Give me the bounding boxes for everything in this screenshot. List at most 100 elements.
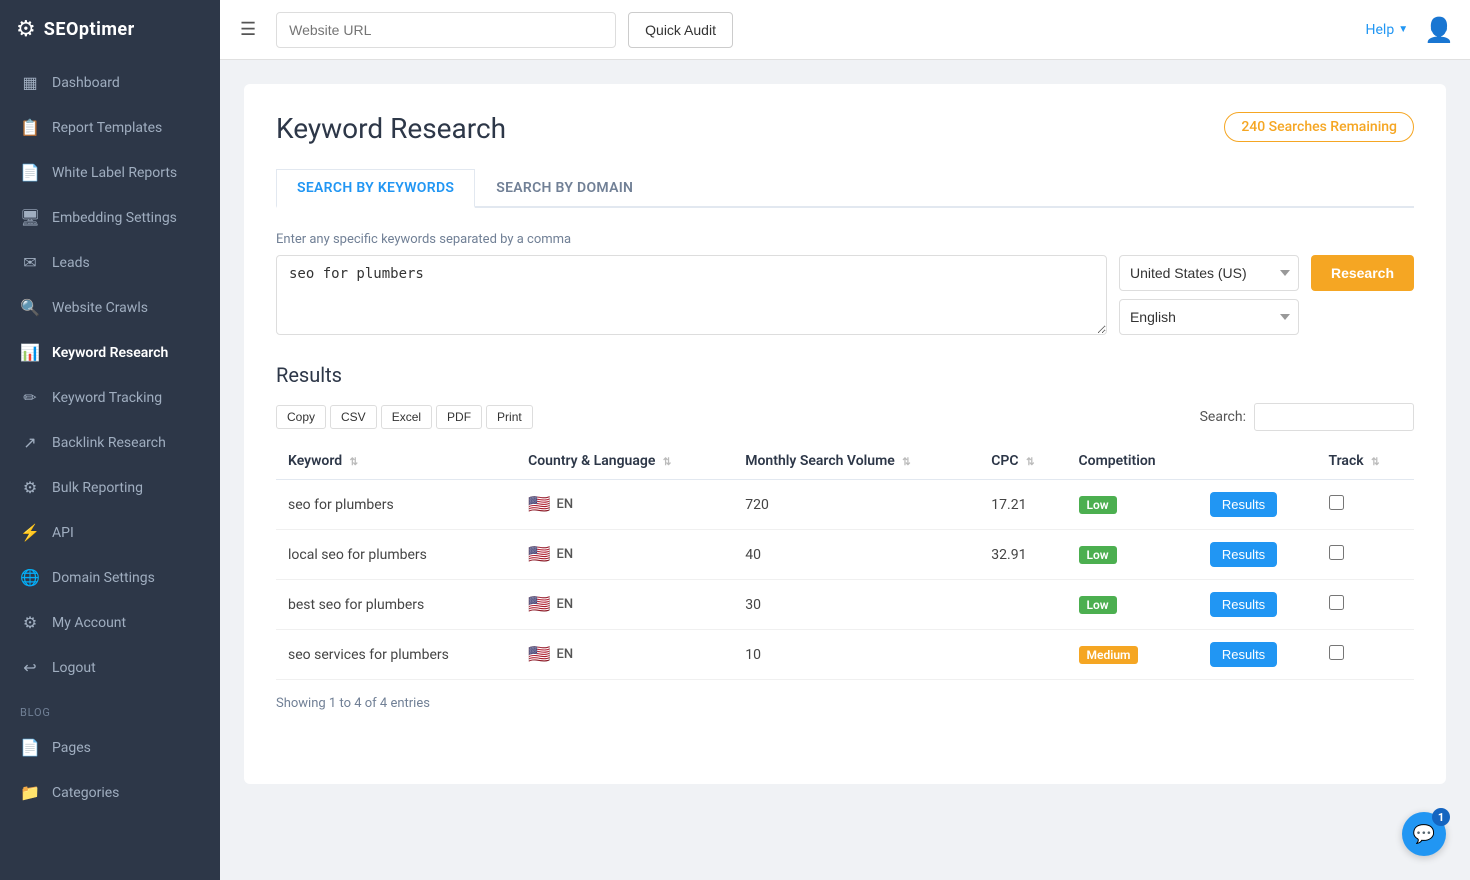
- cell-competition: Medium: [1067, 630, 1198, 680]
- col-track: Track ⇅: [1317, 443, 1415, 480]
- search-hint: Enter any specific keywords separated by…: [276, 232, 1414, 247]
- api-icon: ⚡: [20, 523, 40, 542]
- help-arrow-icon: ▼: [1398, 24, 1408, 35]
- cell-msv: 40: [733, 530, 979, 580]
- quick-audit-button[interactable]: Quick Audit: [628, 12, 733, 48]
- sidebar-item-label: Website Crawls: [52, 300, 148, 316]
- search-form: seo for plumbers United States (US) Unit…: [276, 255, 1414, 335]
- tab-search-by-domain[interactable]: SEARCH BY DOMAIN: [475, 169, 654, 206]
- sidebar-item-website-crawls[interactable]: 🔍 Website Crawls: [0, 285, 220, 330]
- results-actions: Copy CSV Excel PDF Print: [276, 405, 533, 429]
- track-checkbox[interactable]: [1329, 545, 1344, 560]
- competition-badge: Medium: [1079, 646, 1139, 664]
- logout-icon: ↩: [20, 658, 40, 677]
- keyword-research-icon: 📊: [20, 343, 40, 362]
- excel-button[interactable]: Excel: [381, 405, 432, 429]
- language-select[interactable]: English Spanish French: [1119, 299, 1299, 335]
- col-country-lang: Country & Language ⇅: [516, 443, 733, 480]
- logo-text: SEOptimer: [44, 19, 135, 40]
- user-icon[interactable]: 👤: [1424, 16, 1454, 44]
- cell-country-lang: 🇺🇸 EN: [516, 630, 733, 680]
- page-header: Keyword Research 240 Searches Remaining: [276, 112, 1414, 145]
- chat-icon: 💬: [1413, 824, 1435, 845]
- cell-country-lang: 🇺🇸 EN: [516, 530, 733, 580]
- dashboard-icon: ▦: [20, 73, 40, 92]
- sort-country-icon[interactable]: ⇅: [663, 457, 671, 468]
- sidebar-item-label: My Account: [52, 615, 126, 631]
- sidebar-item-report-templates[interactable]: 📋 Report Templates: [0, 105, 220, 150]
- country-select[interactable]: United States (US) United Kingdom (UK) A…: [1119, 255, 1299, 291]
- page-title: Keyword Research: [276, 112, 506, 145]
- track-checkbox[interactable]: [1329, 495, 1344, 510]
- cell-cpc: [979, 580, 1066, 630]
- sidebar-item-bulk-reporting[interactable]: ⚙ Bulk Reporting: [0, 465, 220, 510]
- tab-search-by-keywords[interactable]: SEARCH BY KEYWORDS: [276, 169, 475, 208]
- categories-icon: 📁: [20, 783, 40, 802]
- content-card: Keyword Research 240 Searches Remaining …: [244, 84, 1446, 784]
- table-row: best seo for plumbers 🇺🇸 EN 30 Low Resul…: [276, 580, 1414, 630]
- chat-badge: 1: [1432, 808, 1450, 826]
- logo[interactable]: ⚙ SEOptimer: [0, 0, 220, 60]
- sidebar-item-white-label-reports[interactable]: 📄 White Label Reports: [0, 150, 220, 195]
- cell-track: [1317, 480, 1415, 530]
- cell-track: [1317, 530, 1415, 580]
- copy-button[interactable]: Copy: [276, 405, 326, 429]
- sidebar-item-label: Bulk Reporting: [52, 480, 143, 496]
- blog-section-label: Blog: [0, 690, 220, 725]
- track-checkbox[interactable]: [1329, 595, 1344, 610]
- tabs: SEARCH BY KEYWORDS SEARCH BY DOMAIN: [276, 169, 1414, 208]
- table-search-input[interactable]: [1254, 403, 1414, 431]
- chat-bubble[interactable]: 1 💬: [1402, 812, 1446, 856]
- lang-code: EN: [557, 647, 574, 662]
- sort-keyword-icon[interactable]: ⇅: [350, 457, 358, 468]
- sort-msv-icon[interactable]: ⇅: [902, 457, 910, 468]
- results-button[interactable]: Results: [1210, 492, 1277, 517]
- print-button[interactable]: Print: [486, 405, 533, 429]
- sidebar-item-keyword-tracking[interactable]: ✏ Keyword Tracking: [0, 375, 220, 420]
- cell-results-btn: Results: [1198, 580, 1317, 630]
- sidebar-item-backlink-research[interactable]: ↗ Backlink Research: [0, 420, 220, 465]
- sidebar-item-logout[interactable]: ↩ Logout: [0, 645, 220, 690]
- report-templates-icon: 📋: [20, 118, 40, 137]
- sidebar-item-domain-settings[interactable]: 🌐 Domain Settings: [0, 555, 220, 600]
- sidebar-item-categories[interactable]: 📁 Categories: [0, 770, 220, 815]
- results-title: Results: [276, 363, 1414, 387]
- sidebar-item-keyword-research[interactable]: 📊 Keyword Research: [0, 330, 220, 375]
- keyword-textarea[interactable]: seo for plumbers: [276, 255, 1107, 335]
- results-button[interactable]: Results: [1210, 642, 1277, 667]
- cell-msv: 10: [733, 630, 979, 680]
- bulk-reporting-icon: ⚙: [20, 478, 40, 497]
- sidebar-item-label: Report Templates: [52, 120, 162, 136]
- sidebar-item-embedding-settings[interactable]: 🖥 Embedding Settings: [0, 195, 220, 240]
- cell-results-btn: Results: [1198, 480, 1317, 530]
- sidebar-item-api[interactable]: ⚡ API: [0, 510, 220, 555]
- research-button[interactable]: Research: [1311, 255, 1414, 291]
- results-button[interactable]: Results: [1210, 542, 1277, 567]
- sidebar-item-leads[interactable]: ✉ Leads: [0, 240, 220, 285]
- results-toolbar: Copy CSV Excel PDF Print Search:: [276, 403, 1414, 431]
- hamburger-menu[interactable]: ☰: [232, 15, 264, 44]
- sort-cpc-icon[interactable]: ⇅: [1026, 457, 1034, 468]
- table-row: seo for plumbers 🇺🇸 EN 720 17.21 Low Res…: [276, 480, 1414, 530]
- cell-competition: Low: [1067, 480, 1198, 530]
- topnav-right: Help ▼ 👤: [1366, 16, 1454, 44]
- layout: ▦ Dashboard 📋 Report Templates 📄 White L…: [0, 60, 1470, 880]
- cell-keyword: seo services for plumbers: [276, 630, 516, 680]
- sidebar-item-label: Keyword Research: [52, 345, 168, 361]
- sidebar-item-pages[interactable]: 📄 Pages: [0, 725, 220, 770]
- track-checkbox[interactable]: [1329, 645, 1344, 660]
- results-button[interactable]: Results: [1210, 592, 1277, 617]
- sidebar-item-dashboard[interactable]: ▦ Dashboard: [0, 60, 220, 105]
- sort-track-icon[interactable]: ⇅: [1371, 457, 1379, 468]
- backlink-icon: ↗: [20, 433, 40, 452]
- sidebar-item-label: Pages: [52, 740, 91, 756]
- search-label: Search:: [1200, 409, 1246, 425]
- help-menu[interactable]: Help ▼: [1366, 22, 1409, 38]
- sidebar-item-my-account[interactable]: ⚙ My Account: [0, 600, 220, 645]
- cell-msv: 720: [733, 480, 979, 530]
- csv-button[interactable]: CSV: [330, 405, 377, 429]
- cell-country-lang: 🇺🇸 EN: [516, 480, 733, 530]
- website-url-input[interactable]: [276, 12, 616, 48]
- pdf-button[interactable]: PDF: [436, 405, 482, 429]
- cell-msv: 30: [733, 580, 979, 630]
